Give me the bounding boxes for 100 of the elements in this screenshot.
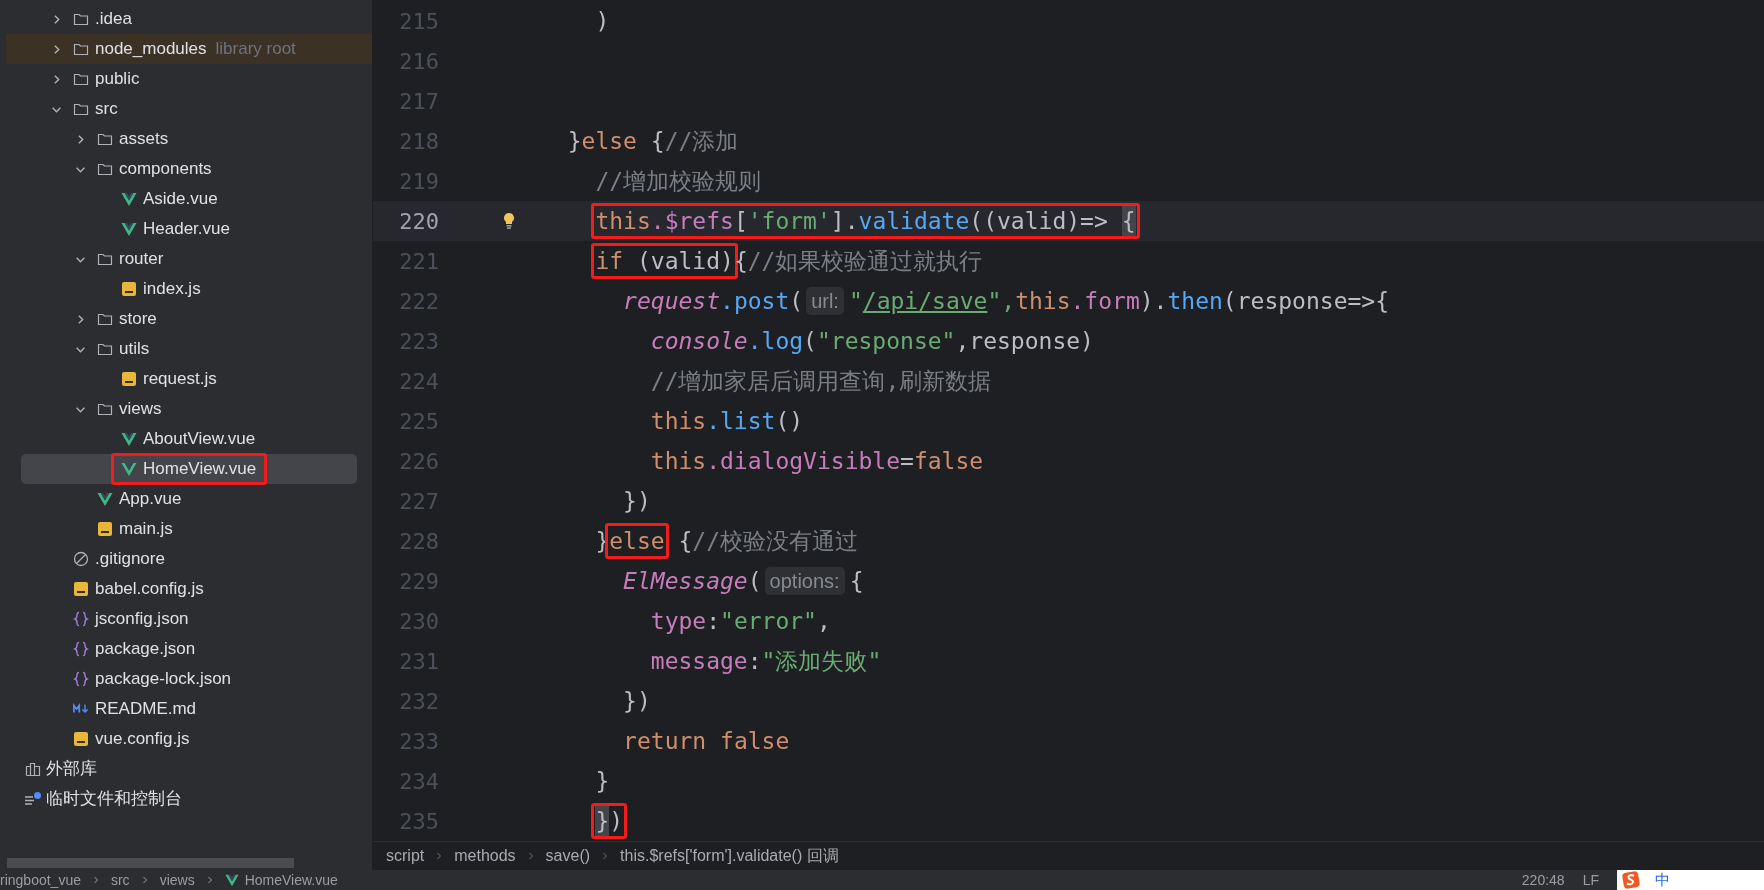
code-text: { [650,127,665,156]
tree-item[interactable]: AboutView.vue [6,424,372,454]
tree-item[interactable]: public [6,64,372,94]
vue-icon [97,491,113,507]
folder-icon [97,251,113,267]
vue-icon [121,191,137,207]
tree-item[interactable]: vue.config.js [6,724,372,754]
code-text: ) [595,7,610,36]
code-text: { [1121,206,1136,236]
breadcrumb-item[interactable]: methods [454,847,516,865]
code-text: : [747,647,762,676]
path-item[interactable]: HomeView.vue [244,872,338,888]
string-literal: "response" [816,327,956,356]
tree-item[interactable]: package.json [6,634,372,664]
tree-item[interactable]: Header.vue [6,214,372,244]
property-name: message [650,647,748,676]
breadcrumb-item[interactable]: save() [545,847,591,865]
library-root-hint: library root [215,39,296,59]
file-name: 临时文件和控制台 [46,788,182,810]
keyword: else [581,127,637,156]
string-literal: 'form' [747,207,831,236]
keyword: this [1015,287,1071,316]
tree-item[interactable]: src [6,94,372,124]
keyword: this [595,207,651,236]
file-name: Header.vue [143,218,230,240]
code-text: (valid) [636,247,734,276]
property-name: type [650,607,707,636]
tree-item[interactable]: views [6,394,372,424]
tree-item[interactable]: components [6,154,372,184]
breadcrumb-item[interactable]: this.$refs['form'].validate() 回调 [620,845,839,867]
file-name: App.vue [119,488,182,510]
file-name: store [119,308,157,330]
tree-item[interactable]: package-lock.json [6,664,372,694]
tree-item[interactable]: assets [6,124,372,154]
tree-item[interactable]: jsconfig.json [6,604,372,634]
file-name: node_modules [95,38,207,60]
folder-icon [97,131,113,147]
folder-icon [73,71,89,87]
file-name: vue.config.js [95,728,190,750]
js-file-icon [121,371,137,387]
code-text: } [595,806,610,836]
tree-item[interactable]: .gitignore [6,544,372,574]
tree-item[interactable]: 外部库 [6,754,372,784]
js-file-icon [121,281,137,297]
lightbulb-icon[interactable] [503,212,515,230]
function-name: .list [706,407,776,436]
vue-icon [121,431,137,447]
js-file-icon [73,581,89,597]
url-string: /api/save [862,287,988,316]
tree-item[interactable]: HomeView.vue [21,454,357,484]
folder-icon [97,341,113,357]
code-text: () [775,407,804,436]
file-name: utils [119,338,150,360]
file-name: components [119,158,212,180]
code-text: ( [803,327,817,356]
file-name: AboutView.vue [143,428,256,450]
library-icon [24,761,42,777]
tree-item[interactable]: babel.config.js [6,574,372,604]
tree-item[interactable]: App.vue [6,484,372,514]
scrollbar[interactable] [7,858,294,868]
ime-mode[interactable]: 中 [1655,870,1670,890]
folder-icon [97,161,113,177]
path-item[interactable]: src [110,872,130,888]
property-name: .$refs [650,207,734,236]
tree-item[interactable]: README.md [6,694,372,724]
path-item[interactable]: views [159,872,195,888]
tree-item[interactable]: utils [6,334,372,364]
tree-item[interactable]: request.js [6,364,372,394]
code-text: [ [733,207,748,236]
tree-item[interactable]: 临时文件和控制台 [6,784,372,814]
caret-position[interactable]: 220:48 [1521,872,1565,888]
tree-item[interactable]: node_modules library root [6,34,372,64]
string-literal: "添加失败" [761,647,882,676]
file-name: src [95,98,118,120]
braces-icon [73,611,89,627]
identifier: console [650,327,748,356]
tree-item[interactable]: router [6,244,372,274]
tree-item[interactable]: index.js [6,274,372,304]
function-name: .log [747,327,804,356]
string-literal: " [848,287,863,316]
tree-item[interactable]: store [6,304,372,334]
code-text: { [849,567,864,596]
vue-icon [224,873,239,887]
tree-item[interactable]: .idea [6,4,372,34]
ime-logo-icon [1621,870,1641,890]
file-name: package-lock.json [95,668,232,690]
braces-icon [73,671,89,687]
code-comment: //增加家居后调用查询,刷新数据 [650,367,992,396]
path-item[interactable]: ringboot_vue [0,872,81,888]
line-separator[interactable]: LF [1582,872,1599,888]
property-name: .dialogVisible [706,447,901,476]
keyword: false [720,727,790,756]
tree-item[interactable]: main.js [6,514,372,544]
code-text: ). [1139,287,1168,316]
file-name: babel.config.js [95,578,204,600]
folder-icon [73,11,89,27]
ime-toolbar[interactable]: 中 [1617,870,1764,890]
breadcrumb-item[interactable]: script [386,847,425,865]
tree-item[interactable]: Aside.vue [6,184,372,214]
js-file-icon [97,521,113,537]
